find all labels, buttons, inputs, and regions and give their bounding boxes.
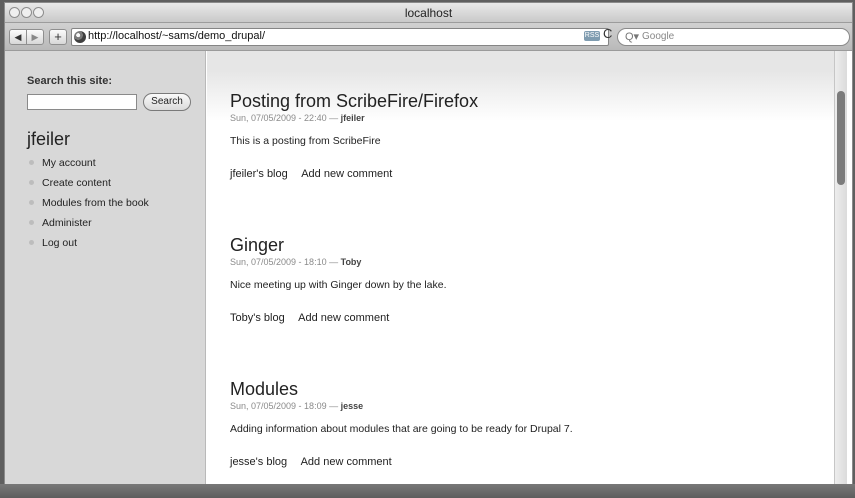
post-links: jesse's blog Add new comment	[230, 456, 790, 468]
forward-button[interactable]: ▶	[26, 29, 44, 45]
post-date: Sun, 07/05/2009 - 22:40 —	[230, 113, 339, 123]
globe-icon	[74, 31, 86, 43]
scroll-thumb[interactable]	[837, 91, 845, 185]
user-heading: jfeiler	[27, 129, 71, 149]
browser-toolbar: ◀ ▶ + http://localhost/~sams/demo_drupal…	[5, 23, 852, 51]
site-search-button[interactable]: Search	[143, 93, 191, 111]
bullet-icon	[29, 160, 34, 165]
bullet-icon	[29, 200, 34, 205]
page-viewport: Search this site: Search jfeiler My acco…	[5, 51, 852, 493]
search-icon: Q▾	[625, 31, 640, 43]
main-content: Posting from ScribeFire/Firefox Sun, 07/…	[207, 51, 847, 493]
bullet-icon	[29, 180, 34, 185]
post-date: Sun, 07/05/2009 - 18:09 —	[230, 401, 339, 411]
post-links: jfeiler's blog Add new comment	[230, 168, 790, 180]
sidebar-item-create-content[interactable]: Create content	[29, 173, 149, 193]
post-title[interactable]: Modules	[230, 379, 790, 399]
add-bookmark-button[interactable]: +	[49, 29, 67, 45]
bullet-icon	[29, 240, 34, 245]
post-date: Sun, 07/05/2009 - 18:10 —	[230, 257, 339, 267]
url-text: http://localhost/~sams/demo_drupal/	[88, 30, 266, 42]
post-item: Modules Sun, 07/05/2009 - 18:09 — jesse …	[230, 379, 790, 468]
post-body: This is a posting from ScribeFire	[230, 135, 381, 147]
user-menu: My account Create content Modules from t…	[29, 153, 149, 253]
back-button[interactable]: ◀	[9, 29, 27, 45]
vertical-scrollbar[interactable]	[834, 51, 847, 493]
browser-window: localhost ◀ ▶ + http://localhost/~sams/d…	[4, 2, 853, 494]
sidebar-item-administer[interactable]: Administer	[29, 213, 149, 233]
post-body: Nice meeting up with Ginger down by the …	[230, 279, 447, 291]
post-title[interactable]: Posting from ScribeFire/Firefox	[230, 91, 790, 111]
sidebar-item-label: Create content	[42, 177, 111, 189]
bullet-icon	[29, 220, 34, 225]
sidebar: Search this site: Search jfeiler My acco…	[5, 51, 206, 493]
bottom-frame	[0, 484, 855, 498]
reload-icon[interactable]: C	[603, 26, 612, 41]
browser-screenshot: localhost ◀ ▶ + http://localhost/~sams/d…	[0, 0, 855, 498]
post-meta: Sun, 07/05/2009 - 18:09 — jesse	[230, 401, 790, 411]
address-bar[interactable]: http://localhost/~sams/demo_drupal/	[71, 28, 609, 46]
sidebar-item-label: Administer	[42, 217, 92, 229]
post-body: Adding information about modules that ar…	[230, 423, 573, 435]
sidebar-item-my-account[interactable]: My account	[29, 153, 149, 173]
site-search-label: Search this site:	[27, 75, 112, 87]
search-placeholder: Google	[642, 31, 675, 42]
blog-link[interactable]: jesse's blog	[230, 456, 287, 468]
post-meta: Sun, 07/05/2009 - 22:40 — jfeiler	[230, 113, 790, 123]
sidebar-item-modules-from-the-book[interactable]: Modules from the book	[29, 193, 149, 213]
post-links: Toby's blog Add new comment	[230, 312, 790, 324]
blog-link[interactable]: jfeiler's blog	[230, 168, 288, 180]
sidebar-item-log-out[interactable]: Log out	[29, 233, 149, 253]
add-comment-link[interactable]: Add new comment	[301, 168, 392, 180]
title-bar: localhost	[5, 3, 852, 23]
post-item: Ginger Sun, 07/05/2009 - 18:10 — Toby Ni…	[230, 235, 790, 324]
post-title[interactable]: Ginger	[230, 235, 790, 255]
post-meta: Sun, 07/05/2009 - 18:10 — Toby	[230, 257, 790, 267]
sidebar-item-label: My account	[42, 157, 96, 169]
post-item: Posting from ScribeFire/Firefox Sun, 07/…	[230, 91, 790, 180]
window-title: localhost	[404, 6, 453, 20]
post-author[interactable]: jfeiler	[341, 113, 365, 123]
add-comment-link[interactable]: Add new comment	[301, 456, 392, 468]
blog-link[interactable]: Toby's blog	[230, 312, 285, 324]
post-author[interactable]: Toby	[341, 257, 362, 267]
sidebar-item-label: Modules from the book	[42, 197, 149, 209]
post-author[interactable]: jesse	[341, 401, 364, 411]
add-comment-link[interactable]: Add new comment	[298, 312, 389, 324]
browser-search-input[interactable]: Q▾ Google	[617, 28, 850, 46]
rss-icon[interactable]: RSS	[584, 31, 600, 41]
site-search-input[interactable]	[27, 94, 137, 110]
sidebar-item-label: Log out	[42, 237, 78, 249]
